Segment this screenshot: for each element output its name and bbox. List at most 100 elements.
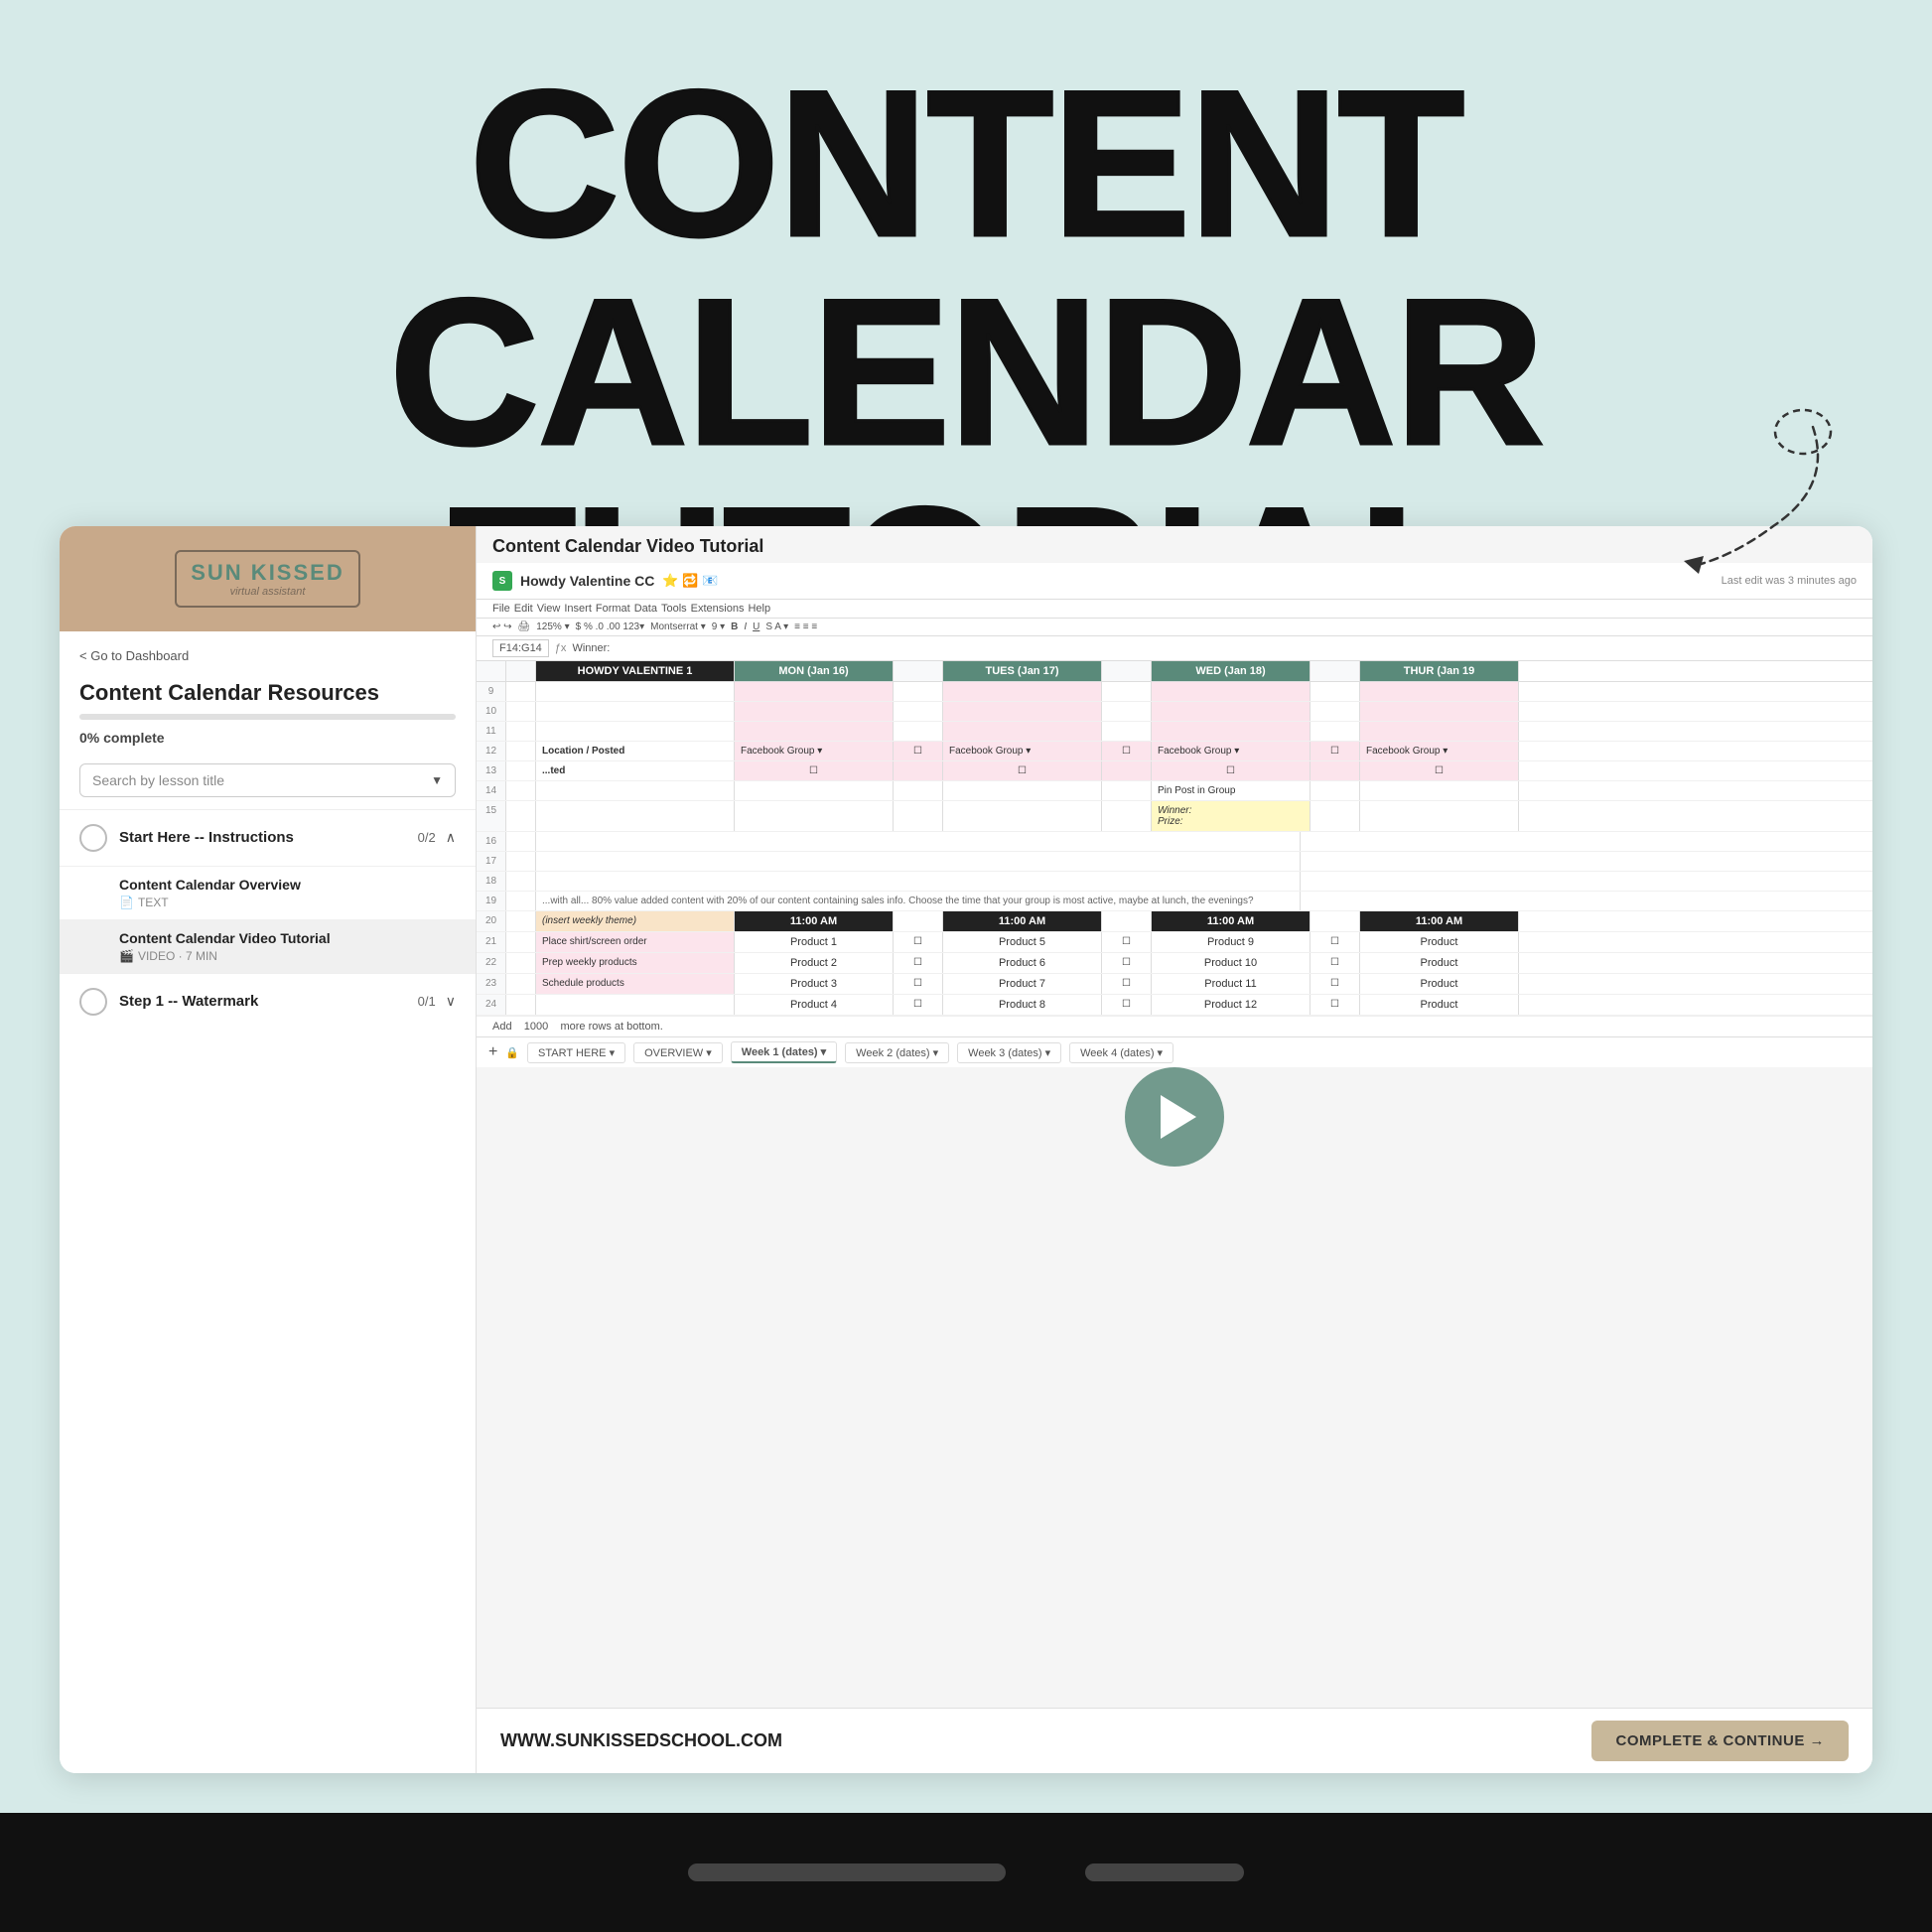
section-circle-2 [79, 988, 107, 1016]
grid-row-24: 24 Product 4 ☐ Product 8 ☐ Product 12 ☐ … [477, 995, 1872, 1016]
grid-row-19: 19 ...with all... 80% value added conten… [477, 892, 1872, 911]
dashed-arrow [1575, 407, 1833, 606]
row20-time-c: 11:00 AM [943, 911, 1102, 931]
lesson-item-1[interactable]: Content Calendar Overview 📄 TEXT [60, 866, 476, 919]
logo-sub: virtual assistant [191, 586, 344, 598]
row21-p9: Product 9 [1152, 932, 1311, 952]
section-chevron-1: ∧ [446, 829, 456, 846]
row23-p3: Product 3 [735, 974, 894, 994]
row23-label: Schedule products [536, 974, 735, 994]
menu-format[interactable]: Format [596, 603, 630, 615]
section-title-2: Step 1 -- Watermark [119, 993, 418, 1010]
grid-row-13: 13 ...ted ☐ ☐ ☐ ☐ [477, 761, 1872, 781]
col-d-header-sm [1102, 661, 1152, 681]
section-header-1[interactable]: Start Here -- Instructions 0/2 ∧ [60, 810, 476, 866]
complete-continue-button[interactable]: COMPLETE & CONTINUE → [1591, 1721, 1849, 1761]
row21-label: Place shirt/screen order [536, 932, 735, 952]
menu-view[interactable]: View [537, 603, 561, 615]
tab-week4[interactable]: Week 4 (dates) ▾ [1069, 1042, 1173, 1063]
grid-row-17: 17 [477, 852, 1872, 872]
grid-row-18: 18 [477, 872, 1872, 892]
play-button[interactable] [1125, 1067, 1224, 1167]
corner-cell [477, 661, 506, 681]
website-url: WWW.SUNKISSEDSCHOOL.COM [500, 1730, 782, 1751]
formula-cell-ref: F14:G14 [492, 639, 549, 657]
row20-theme: (insert weekly theme) [536, 911, 735, 931]
progress-text: 0% complete [60, 726, 476, 756]
menu-edit[interactable]: Edit [514, 603, 533, 615]
row22-p2: Product 2 [735, 953, 894, 973]
lesson-type-icon-1: 📄 [119, 896, 134, 909]
row23-p11: Product 11 [1152, 974, 1311, 994]
search-dropdown-icon: ▼ [431, 773, 443, 787]
menu-extensions[interactable]: Extensions [691, 603, 745, 615]
course-title: Content Calendar Resources [60, 671, 476, 714]
grid-row-22: 22 Prep weekly products Product 2 ☐ Prod… [477, 953, 1872, 974]
grid-row-23: 23 Schedule products Product 3 ☐ Product… [477, 974, 1872, 995]
col-d-header: WED (Jan 18) [1152, 661, 1311, 681]
gs-icon: S [492, 571, 512, 591]
add-rows-bar: Add 1000 more rows at bottom. [477, 1016, 1872, 1036]
menu-help[interactable]: Help [748, 603, 770, 615]
spreadsheet-toolbar: ↩ ↪ 🖨 125% ▾ $ % .0 .00 123▾ Montserrat … [477, 619, 1872, 636]
row24-p8: Product 8 [943, 995, 1102, 1015]
bottom-black-bar [0, 1813, 1932, 1932]
sheet-tab-plus[interactable]: + [488, 1043, 497, 1061]
col-num [506, 661, 536, 681]
col-e-header: THUR (Jan 19 [1360, 661, 1519, 681]
row15-winner: Winner:Prize: [1152, 801, 1311, 831]
tab-start-here[interactable]: START HERE ▾ [527, 1042, 625, 1063]
search-input-area[interactable]: Search by lesson title ▼ [79, 763, 456, 797]
grid-row-14: 14 Pin Post in Group [477, 781, 1872, 801]
spreadsheet-grid: HOWDY VALENTINE 1 MON (Jan 16) TUES (Jan… [477, 661, 1872, 1016]
logo-box: SUN KISSED virtual assistant [175, 550, 359, 608]
row24-p4: Product 4 [735, 995, 894, 1015]
sheet-tab-lock: 🔒 [505, 1046, 519, 1059]
tab-overview[interactable]: OVERVIEW ▾ [633, 1042, 723, 1063]
spreadsheet-name: Howdy Valentine CC [520, 573, 654, 589]
col-a-header: HOWDY VALENTINE 1 [536, 661, 735, 681]
tab-week1[interactable]: Week 1 (dates) ▾ [731, 1041, 837, 1063]
scroll-indicator-main[interactable] [688, 1863, 1006, 1881]
row21-p1: Product 1 [735, 932, 894, 952]
go-to-dashboard-link[interactable]: < Go to Dashboard [60, 631, 476, 671]
lesson-section-2: Step 1 -- Watermark 0/1 ∨ [60, 973, 476, 1030]
menu-insert[interactable]: Insert [564, 603, 592, 615]
section-count-2: 0/1 [418, 994, 436, 1009]
progress-bar-wrap [60, 714, 476, 726]
play-icon [1161, 1095, 1196, 1139]
menu-data[interactable]: Data [634, 603, 657, 615]
col-b-header: MON (Jan 16) [735, 661, 894, 681]
formula-value: Winner: [572, 642, 610, 654]
menu-tools[interactable]: Tools [661, 603, 687, 615]
scroll-indicator-small[interactable] [1085, 1863, 1244, 1881]
section-count-1: 0/2 [418, 830, 436, 845]
grid-row-9: 9 [477, 682, 1872, 702]
section-header-2[interactable]: Step 1 -- Watermark 0/1 ∨ [60, 974, 476, 1030]
menu-file[interactable]: File [492, 603, 510, 615]
row23-p7: Product 7 [943, 974, 1102, 994]
col-c-header-sm [894, 661, 943, 681]
row13-label: ...ted [536, 761, 735, 780]
lesson-item-2[interactable]: Content Calendar Video Tutorial 🎬 VIDEO … [60, 919, 476, 973]
col-e-header-sm [1311, 661, 1360, 681]
lesson-title-1: Content Calendar Overview [119, 877, 456, 893]
search-placeholder: Search by lesson title [92, 772, 224, 788]
grid-row-10: 10 [477, 702, 1872, 722]
bottom-bar: WWW.SUNKISSEDSCHOOL.COM COMPLETE & CONTI… [477, 1708, 1872, 1773]
sidebar-logo: SUN KISSED virtual assistant [60, 526, 476, 631]
row20-time-b: 11:00 AM [735, 911, 894, 931]
lesson-meta-1: 📄 TEXT [119, 896, 456, 909]
grid-row-16: 16 [477, 832, 1872, 852]
row12-b: Facebook Group ▾ [735, 742, 894, 760]
grid-row-12: 12 Location / Posted Facebook Group ▾ ☐ … [477, 742, 1872, 761]
content-panel: SUN KISSED virtual assistant < Go to Das… [60, 526, 1872, 1773]
sidebar: SUN KISSED virtual assistant < Go to Das… [60, 526, 477, 1773]
grid-row-20: 20 (insert weekly theme) 11:00 AM 11:00 … [477, 911, 1872, 932]
section-title-1: Start Here -- Instructions [119, 829, 418, 846]
video-area: Content Calendar Video Tutorial S Howdy … [477, 526, 1872, 1708]
grid-row-15: 15 Winner:Prize: [477, 801, 1872, 832]
tab-week3[interactable]: Week 3 (dates) ▾ [957, 1042, 1061, 1063]
lessons-list: Start Here -- Instructions 0/2 ∧ Content… [60, 809, 476, 1773]
tab-week2[interactable]: Week 2 (dates) ▾ [845, 1042, 949, 1063]
